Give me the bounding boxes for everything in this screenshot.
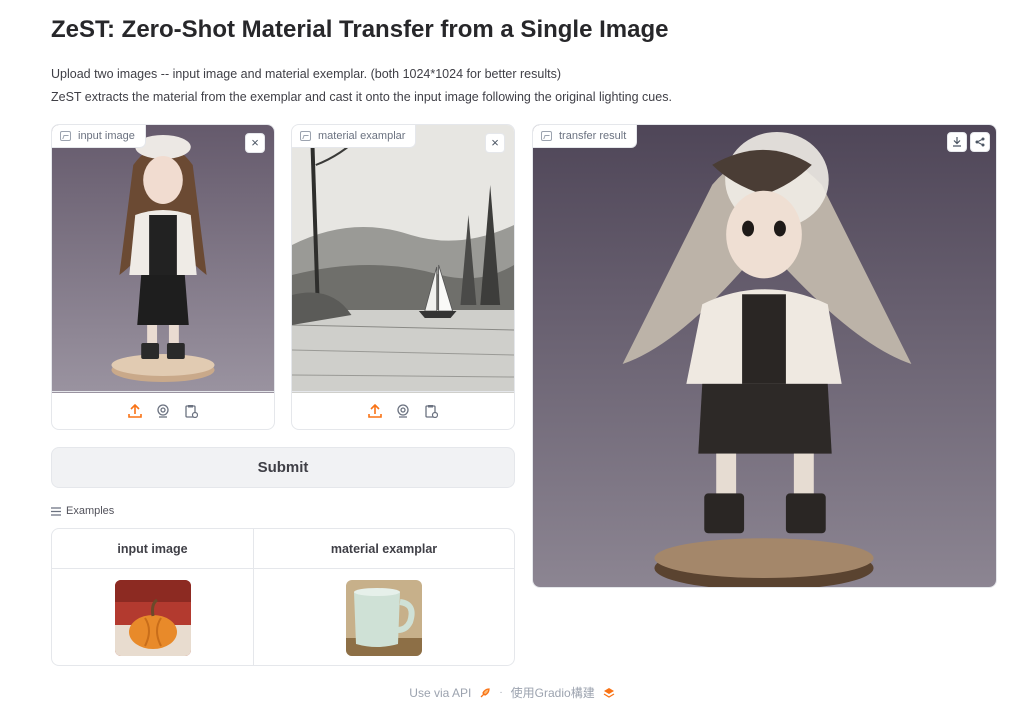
image-icon bbox=[541, 131, 552, 141]
column-header: input image bbox=[52, 529, 254, 568]
share-icon bbox=[975, 137, 985, 147]
clear-input-button[interactable]: × bbox=[245, 133, 265, 153]
download-icon bbox=[953, 137, 961, 147]
share-button[interactable] bbox=[970, 132, 990, 152]
built-with-gradio-link[interactable]: 使用Gradio構建 bbox=[511, 684, 595, 701]
input-source-bar bbox=[52, 391, 274, 429]
examples-header: input image material examplar bbox=[52, 529, 514, 569]
clipboard-icon[interactable] bbox=[423, 403, 439, 419]
description-line-1: Upload two images -- input image and mat… bbox=[51, 67, 561, 81]
rocket-icon bbox=[480, 687, 490, 697]
example-thumbnail-pumpkin[interactable] bbox=[114, 579, 191, 656]
transfer-result-label: transfer result bbox=[533, 125, 638, 148]
transfer-result-image bbox=[533, 125, 996, 587]
input-image-panel[interactable]: input image × bbox=[51, 124, 275, 430]
material-source-bar bbox=[292, 391, 514, 429]
gradio-logo-icon bbox=[603, 687, 615, 698]
description-line-2: ZeST extracts the material from the exem… bbox=[51, 90, 672, 104]
download-button[interactable] bbox=[947, 132, 967, 152]
webcam-icon[interactable] bbox=[155, 403, 171, 419]
clipboard-icon[interactable] bbox=[183, 403, 199, 419]
material-exemplar-panel[interactable]: material examplar × bbox=[291, 124, 515, 430]
list-icon bbox=[51, 506, 61, 516]
input-image-preview bbox=[52, 125, 274, 393]
transfer-result-panel: transfer result bbox=[532, 124, 997, 588]
submit-button[interactable]: Submit bbox=[51, 447, 515, 488]
image-icon bbox=[300, 131, 311, 141]
example-thumbnail-mug[interactable] bbox=[346, 579, 422, 656]
example-row[interactable] bbox=[52, 569, 514, 665]
footer-separator: · bbox=[499, 687, 503, 698]
page-title: ZeST: Zero-Shot Material Transfer from a… bbox=[51, 16, 669, 43]
upload-icon[interactable] bbox=[367, 403, 383, 419]
image-icon bbox=[60, 131, 71, 141]
use-via-api-link[interactable]: Use via API bbox=[409, 686, 471, 700]
column-header: material examplar bbox=[330, 541, 438, 556]
clear-material-button[interactable]: × bbox=[485, 133, 505, 153]
footer: Use via API · 使用Gradio構建 bbox=[0, 684, 1024, 701]
material-image-preview bbox=[292, 125, 514, 393]
examples-label: Examples bbox=[51, 505, 114, 517]
material-exemplar-label: material examplar bbox=[292, 125, 417, 148]
webcam-icon[interactable] bbox=[395, 403, 411, 419]
upload-icon[interactable] bbox=[127, 403, 143, 419]
examples-table: input image material examplar bbox=[51, 528, 515, 666]
input-image-label: input image bbox=[52, 125, 146, 148]
